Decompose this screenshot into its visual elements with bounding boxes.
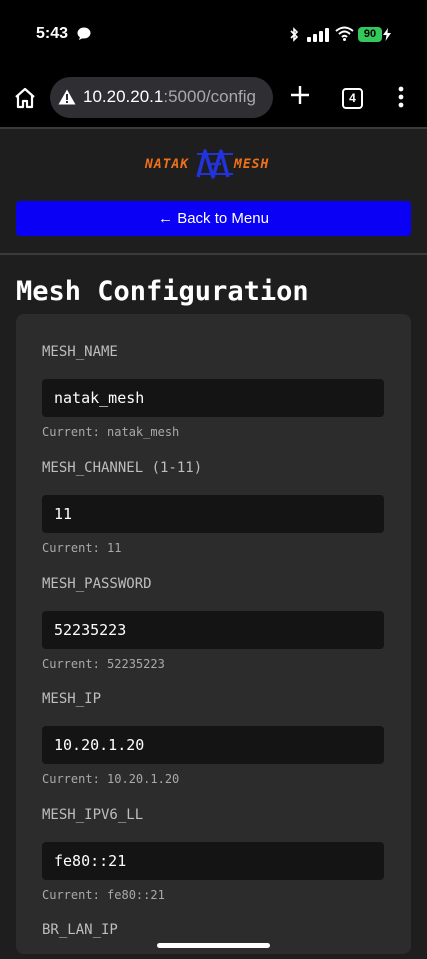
field-mesh-name: MESH_NAME Current: natak_mesh	[42, 342, 384, 439]
url-host: 10.20.20.1	[83, 87, 164, 106]
message-icon	[77, 27, 91, 40]
signal-icon	[307, 28, 329, 42]
url-text[interactable]: 10.20.20.1:5000/config	[83, 87, 256, 107]
field-current-value: Current: fe80::21	[42, 888, 165, 902]
warning-icon[interactable]	[58, 89, 76, 105]
config-form: MESH_NAME Current: natak_mesh MESH_CHANN…	[16, 314, 411, 954]
home-icon[interactable]	[13, 86, 37, 110]
field-current-value: Current: 52235223	[42, 657, 165, 671]
battery-icon: 90	[358, 27, 382, 42]
logo-text-right: MESH	[234, 157, 270, 172]
field-label: MESH_PASSWORD	[42, 576, 152, 592]
logo-mark-icon	[196, 149, 233, 179]
tabs-icon[interactable]: 4	[342, 88, 363, 109]
back-to-menu-button[interactable]: ← Back to Menu	[16, 201, 411, 236]
mesh-ipv6-ll-input[interactable]	[42, 842, 384, 880]
address-bar[interactable]: 10.20.20.1:5000/config	[50, 77, 273, 118]
field-label: MESH_IPV6_LL	[42, 807, 144, 823]
page-title: Mesh Configuration	[16, 276, 309, 307]
field-label: MESH_NAME	[42, 344, 118, 360]
home-indicator[interactable]	[157, 943, 270, 948]
field-current-value: Current: natak_mesh	[42, 425, 180, 439]
plus-icon[interactable]	[289, 84, 311, 106]
mesh-password-input[interactable]	[42, 611, 384, 649]
menu-icon[interactable]	[396, 86, 406, 108]
field-mesh-password: MESH_PASSWORD Current: 52235223	[42, 574, 384, 671]
field-mesh-ip: MESH_IP Current: 10.20.1.20	[42, 689, 384, 786]
bluetooth-icon	[290, 27, 299, 42]
toolbar-divider	[0, 127, 427, 129]
mesh-name-input[interactable]	[42, 379, 384, 417]
url-path: :5000/config	[163, 87, 256, 106]
charging-icon	[383, 28, 391, 41]
field-current-value: Current: 11	[42, 541, 122, 555]
browser-toolbar: 10.20.20.1:5000/config 4	[0, 66, 427, 127]
field-label: BR_LAN_IP	[42, 922, 118, 938]
status-bar: 5:43 90	[0, 0, 427, 66]
mesh-ip-input[interactable]	[42, 726, 384, 764]
field-br-lan-ip: BR_LAN_IP	[42, 920, 384, 940]
field-mesh-ipv6-ll: MESH_IPV6_LL Current: fe80::21	[42, 805, 384, 902]
field-mesh-channel: MESH_CHANNEL (1-11) Current: 11	[42, 458, 384, 555]
status-time: 5:43	[36, 25, 69, 42]
logo-text-left: NATAK	[145, 157, 190, 172]
natak-mesh-logo: NATAK MESH	[145, 148, 285, 182]
wifi-icon	[335, 26, 354, 41]
field-label: MESH_CHANNEL (1-11)	[42, 460, 203, 476]
content-divider	[0, 253, 427, 255]
mesh-channel-input[interactable]	[42, 495, 384, 533]
field-current-value: Current: 10.20.1.20	[42, 772, 180, 786]
field-label: MESH_IP	[42, 691, 102, 707]
